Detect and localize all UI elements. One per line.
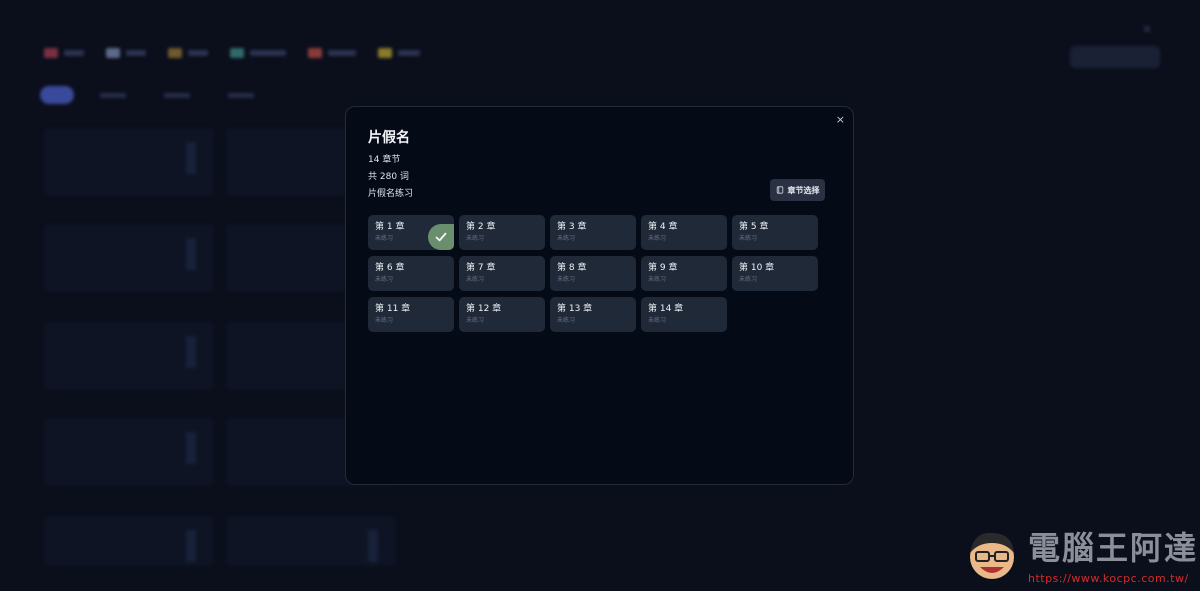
watermark-mascot-icon	[970, 532, 1014, 579]
close-button[interactable]: ×	[836, 113, 845, 127]
chapter-name: 第 10 章	[739, 263, 775, 273]
chapter-name: 第 9 章	[648, 263, 678, 273]
background-card	[44, 128, 214, 196]
background-language-item	[106, 48, 146, 58]
background-language-item	[230, 48, 286, 58]
modal-title: 片假名	[368, 130, 410, 146]
background-tab	[40, 86, 74, 104]
watermark-url: https://www.kocpc.com.tw/	[1028, 572, 1189, 585]
chapter-select-label: 章节选择	[787, 185, 820, 195]
background-language-item	[44, 48, 84, 58]
background-tab	[216, 86, 266, 105]
chapter-card-6[interactable]: 第 6 章 未练习	[368, 256, 454, 291]
chapter-status: 未练习	[648, 235, 667, 242]
background-language-item	[308, 48, 356, 58]
background-card	[44, 224, 214, 292]
background-close-icon: ×	[1142, 22, 1153, 36]
chapter-card-4[interactable]: 第 4 章 未练习	[641, 215, 727, 250]
background-language-item	[168, 48, 208, 58]
word-count: 共 280 词	[368, 172, 409, 182]
chapter-card-3[interactable]: 第 3 章 未练习	[550, 215, 636, 250]
chapter-modal: × 片假名 14 章节 共 280 词 片假名练习 章节选择 第 1 章 未练习…	[345, 106, 854, 485]
chapter-status: 未练习	[466, 235, 485, 242]
chapter-card-7[interactable]: 第 7 章 未练习	[459, 256, 545, 291]
background-card	[226, 516, 396, 566]
chapter-count: 14 章节	[368, 155, 401, 165]
chapter-card-10[interactable]: 第 10 章 未练习	[732, 256, 818, 291]
check-icon	[428, 224, 454, 250]
chapter-name: 第 11 章	[375, 304, 411, 314]
chapter-status: 未练习	[557, 317, 576, 324]
background-language-item	[378, 48, 420, 58]
chapter-name: 第 12 章	[466, 304, 502, 314]
background-top-button	[1070, 46, 1160, 68]
background-tab	[152, 86, 202, 105]
chapter-status: 未练习	[739, 276, 758, 283]
chapter-name: 第 8 章	[557, 263, 587, 273]
background-tab	[88, 86, 138, 105]
chapter-card-2[interactable]: 第 2 章 未练习	[459, 215, 545, 250]
chapter-status: 未练习	[739, 235, 758, 242]
modal-description: 片假名练习	[368, 189, 414, 199]
chapter-grid: 第 1 章 未练习 第 2 章 未练习 第 3 章 未练习 第 4 章 未练习 …	[368, 215, 818, 332]
chapter-card-5[interactable]: 第 5 章 未练习	[732, 215, 818, 250]
chapter-status: 未练习	[648, 276, 667, 283]
chapter-card-13[interactable]: 第 13 章 未练习	[550, 297, 636, 332]
chapter-card-11[interactable]: 第 11 章 未练习	[368, 297, 454, 332]
chapter-name: 第 5 章	[739, 222, 769, 232]
chapter-status: 未练习	[375, 276, 394, 283]
chapter-select-button[interactable]: 章节选择	[770, 179, 825, 201]
chapter-card-14[interactable]: 第 14 章 未练习	[641, 297, 727, 332]
chapter-card-12[interactable]: 第 12 章 未练习	[459, 297, 545, 332]
chapter-status: 未练习	[557, 235, 576, 242]
background-language-row	[44, 48, 420, 58]
chapter-name: 第 7 章	[466, 263, 496, 273]
book-icon	[776, 186, 783, 194]
background-card	[44, 322, 214, 390]
chapter-status: 未练习	[648, 317, 667, 324]
chapter-name: 第 13 章	[557, 304, 593, 314]
background-tabs	[40, 86, 266, 105]
chapter-status: 未练习	[557, 276, 576, 283]
chapter-status: 未练习	[466, 317, 485, 324]
chapter-status: 未练习	[375, 317, 394, 324]
chapter-card-9[interactable]: 第 9 章 未练习	[641, 256, 727, 291]
background-card	[44, 516, 214, 566]
chapter-name: 第 6 章	[375, 263, 405, 273]
chapter-card-1[interactable]: 第 1 章 未练习	[368, 215, 454, 250]
watermark-brand: 電腦王阿達	[1028, 529, 1199, 567]
chapter-name: 第 2 章	[466, 222, 496, 232]
chapter-card-8[interactable]: 第 8 章 未练习	[550, 256, 636, 291]
chapter-status: 未练习	[466, 276, 485, 283]
background-card	[44, 418, 214, 486]
chapter-name: 第 4 章	[648, 222, 678, 232]
chapter-name: 第 14 章	[648, 304, 684, 314]
chapter-name: 第 3 章	[557, 222, 587, 232]
